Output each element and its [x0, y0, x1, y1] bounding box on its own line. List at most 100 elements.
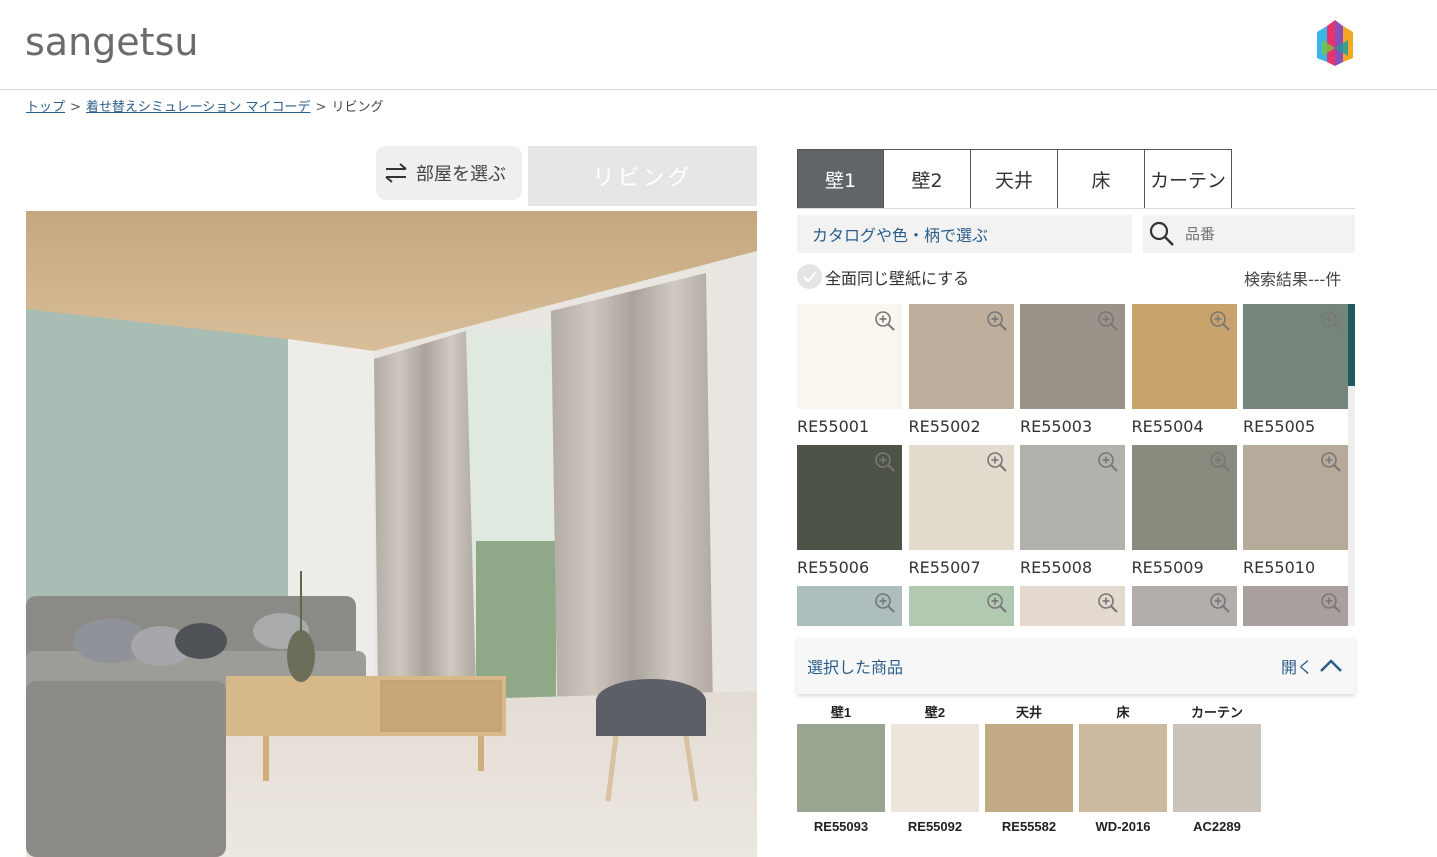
- swatch-chip[interactable]: [1020, 445, 1125, 550]
- selected-product-chip[interactable]: [797, 724, 885, 812]
- zoom-in-icon[interactable]: [1209, 451, 1231, 477]
- breadcrumb-top-link[interactable]: トップ: [26, 100, 65, 115]
- swatch-chip[interactable]: [1131, 445, 1237, 550]
- swatch-code: RE55008: [1020, 558, 1093, 577]
- selected-product-item[interactable]: 床 WD-2016: [1079, 702, 1167, 834]
- zoom-in-icon[interactable]: [1209, 310, 1231, 336]
- search-icon[interactable]: [1149, 221, 1175, 247]
- same-wall-label: 全面同じ壁紙にする: [825, 268, 970, 288]
- wallpaper-swatch[interactable]: [908, 586, 1014, 626]
- selected-product-code: AC2289: [1193, 819, 1241, 834]
- swatch-chip[interactable]: [797, 586, 902, 626]
- wallpaper-swatch[interactable]: RE55009: [1131, 445, 1237, 577]
- site-header: sangetsu: [0, 0, 1437, 90]
- swatch-code: RE55004: [1131, 417, 1204, 436]
- selected-product-item[interactable]: 壁1 RE55093: [797, 702, 885, 834]
- current-room-name: リビング: [528, 146, 757, 206]
- wallpaper-swatch[interactable]: [1131, 586, 1237, 626]
- wallpaper-swatch[interactable]: RE55006: [797, 445, 902, 577]
- tab-wall2[interactable]: 壁2: [884, 149, 971, 209]
- selected-product-chip[interactable]: [985, 724, 1073, 812]
- swatch-chip[interactable]: [908, 586, 1014, 626]
- selected-product-category: 壁2: [924, 705, 946, 720]
- wallpaper-swatch[interactable]: RE55007: [908, 445, 1014, 577]
- catalog-select-button[interactable]: カタログや色・柄で選ぶ: [797, 215, 1132, 253]
- zoom-in-icon[interactable]: [986, 451, 1008, 477]
- swatch-code: RE55006: [797, 558, 870, 577]
- wallpaper-swatch[interactable]: RE55002: [908, 304, 1014, 436]
- wallpaper-swatch[interactable]: RE55001: [797, 304, 902, 436]
- breadcrumb-current: リビング: [331, 100, 384, 115]
- open-selected-button[interactable]: 開く: [1281, 654, 1345, 678]
- selected-product-code: RE55092: [907, 819, 963, 834]
- breadcrumb-separator: >: [70, 100, 81, 115]
- selected-product-item[interactable]: 壁2 RE55092: [891, 702, 979, 834]
- tab-underline: [797, 208, 1355, 209]
- zoom-in-icon[interactable]: [1320, 310, 1342, 336]
- tab-floor[interactable]: 床: [1058, 149, 1145, 209]
- zoom-in-icon[interactable]: [1209, 592, 1231, 618]
- swatch-code: RE55005: [1243, 417, 1316, 436]
- zoom-in-icon[interactable]: [1097, 592, 1119, 618]
- zoom-in-icon[interactable]: [986, 310, 1008, 336]
- selected-product-chip[interactable]: [891, 724, 979, 812]
- wallpaper-swatch[interactable]: [797, 586, 902, 626]
- swatch-chip[interactable]: [1243, 304, 1348, 409]
- selected-products-panel: 選択した商品 開く: [797, 638, 1355, 694]
- same-wall-toggle[interactable]: 全面同じ壁紙にする: [797, 264, 969, 289]
- zoom-in-icon[interactable]: [874, 310, 896, 336]
- swatch-chip[interactable]: [1020, 586, 1125, 626]
- zoom-in-icon[interactable]: [1097, 310, 1119, 336]
- wallpaper-swatch[interactable]: RE55004: [1131, 304, 1237, 436]
- breadcrumb-simulation-link[interactable]: 着せ替えシミュレーション マイコーデ: [86, 100, 311, 115]
- zoom-in-icon[interactable]: [1320, 451, 1342, 477]
- selected-product-chip[interactable]: [1173, 724, 1261, 812]
- swatch-chip[interactable]: [1243, 586, 1348, 626]
- swatch-chip[interactable]: [1243, 445, 1348, 550]
- swatch-chip[interactable]: [797, 445, 902, 550]
- zoom-in-icon[interactable]: [874, 592, 896, 618]
- selected-product-chip[interactable]: [1079, 724, 1167, 812]
- wallpaper-swatch[interactable]: [1020, 586, 1125, 626]
- tab-ceiling[interactable]: 天井: [971, 149, 1058, 209]
- wallpaper-swatch[interactable]: RE55010: [1243, 445, 1348, 577]
- selected-product-code: WD-2016: [1095, 819, 1151, 834]
- swatch-code: RE55001: [797, 417, 870, 436]
- selected-product-item[interactable]: 天井 RE55582: [985, 702, 1073, 834]
- swatch-scrollbar-thumb[interactable]: [1348, 304, 1355, 386]
- tab-curtain[interactable]: カーテン: [1145, 149, 1232, 209]
- zoom-in-icon[interactable]: [1320, 592, 1342, 618]
- swatch-chip[interactable]: [1020, 304, 1125, 409]
- swatch-chip[interactable]: [1131, 304, 1237, 409]
- breadcrumb: トップ > 着せ替えシミュレーション マイコーデ > リビング: [26, 96, 383, 115]
- tab-wall1[interactable]: 壁1: [797, 149, 884, 209]
- swatch-chip[interactable]: [908, 304, 1014, 409]
- wallpaper-swatch[interactable]: RE55005: [1243, 304, 1348, 436]
- room-select-button[interactable]: 部屋を選ぶ: [376, 146, 522, 200]
- wallpaper-swatch[interactable]: RE55008: [1020, 445, 1125, 577]
- wallpaper-swatch[interactable]: [1243, 586, 1348, 626]
- wallpaper-swatch[interactable]: RE55003: [1020, 304, 1125, 436]
- product-search: [1143, 215, 1355, 253]
- result-count: 検索結果---件: [1244, 270, 1342, 289]
- swatch-code: RE55003: [1020, 417, 1093, 436]
- product-code-input[interactable]: [1185, 225, 1335, 243]
- zoom-in-icon[interactable]: [874, 451, 896, 477]
- sangetsu-logo[interactable]: sangetsu: [25, 20, 198, 64]
- zoom-in-icon[interactable]: [986, 592, 1008, 618]
- room-select-label: 部屋を選ぶ: [416, 164, 506, 185]
- swatch-chip[interactable]: [797, 304, 902, 409]
- selected-product-category: 壁1: [830, 705, 852, 720]
- selected-product-category: カーテン: [1190, 705, 1243, 720]
- selected-product-code: RE55093: [813, 819, 869, 834]
- open-label: 開く: [1280, 658, 1313, 677]
- surface-tabs: 壁1 壁2 天井 床 カーテン: [797, 149, 1232, 209]
- swap-arrows-icon: [385, 163, 407, 183]
- swatch-chip[interactable]: [908, 445, 1014, 550]
- selected-product-item[interactable]: カーテン AC2289: [1173, 702, 1261, 834]
- breadcrumb-separator: >: [315, 100, 327, 115]
- wallpaper-swatch-grid: RE55001 RE55002 RE55003 RE55004 RE55005 RE550…: [797, 304, 1355, 626]
- swatch-chip[interactable]: [1131, 586, 1237, 626]
- swatch-code: RE55009: [1131, 558, 1204, 577]
- zoom-in-icon[interactable]: [1097, 451, 1119, 477]
